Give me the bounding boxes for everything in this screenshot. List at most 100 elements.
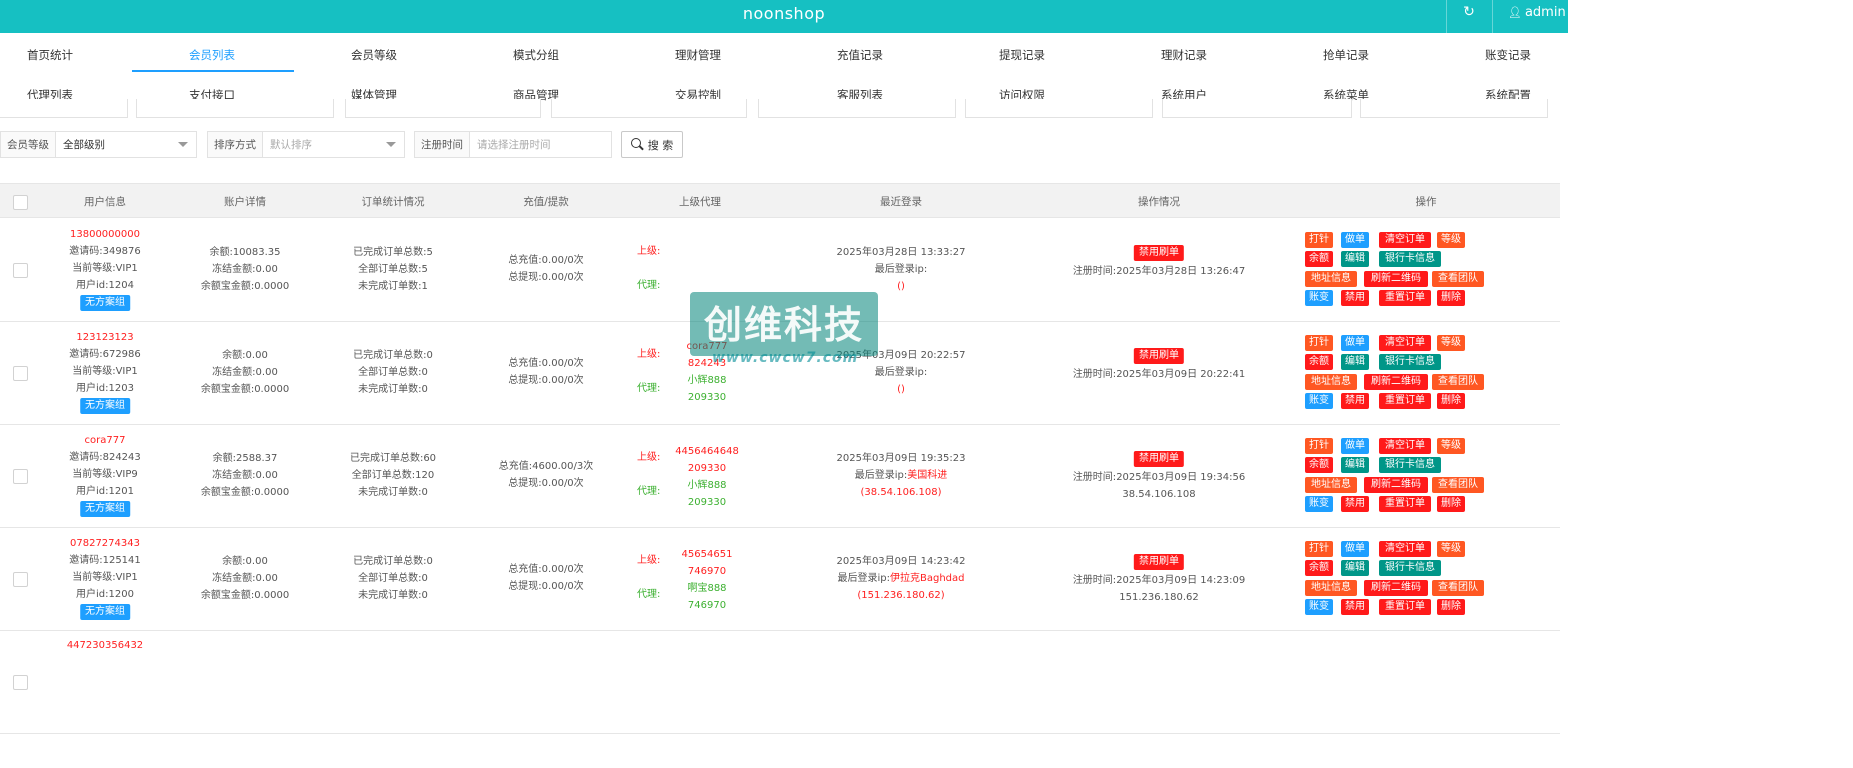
action-button[interactable]: 重置订单 <box>1379 599 1431 615</box>
nav-item[interactable]: 账变记录 <box>1485 47 1531 63</box>
action-button[interactable]: 删除 <box>1437 393 1465 409</box>
filter-field[interactable] <box>551 99 747 118</box>
level-filter[interactable]: 会员等级 全部级别 <box>0 131 197 158</box>
register-time-filter[interactable]: 注册时间 请选择注册时间 <box>414 131 612 158</box>
user-menu[interactable]: 👤︎ admin <box>1508 5 1566 20</box>
refresh-icon[interactable]: ↻ <box>1455 4 1483 20</box>
action-button[interactable]: 等级 <box>1437 232 1465 248</box>
agent-value[interactable]: 啊宝888 <box>682 580 733 597</box>
action-button[interactable]: 禁用 <box>1341 393 1369 409</box>
action-button[interactable]: 做单 <box>1341 438 1369 454</box>
action-button[interactable]: 重置订单 <box>1379 496 1431 512</box>
action-button[interactable]: 账变 <box>1305 393 1333 409</box>
group-badge[interactable]: 无方案组 <box>79 295 130 311</box>
action-button[interactable]: 地址信息 <box>1305 580 1357 596</box>
action-button[interactable]: 余额 <box>1305 251 1333 267</box>
action-button[interactable]: 清空订单 <box>1379 232 1431 248</box>
action-button[interactable]: 银行卡信息 <box>1379 560 1441 576</box>
nav-item[interactable]: 会员等级 <box>351 47 397 63</box>
row-checkbox[interactable] <box>13 469 28 484</box>
sort-filter[interactable]: 排序方式 默认排序 <box>207 131 405 158</box>
action-button[interactable]: 账变 <box>1305 496 1333 512</box>
agent-value[interactable]: 209330 <box>675 494 739 511</box>
action-button[interactable]: 打针 <box>1305 232 1333 248</box>
superior-value[interactable]: 209330 <box>675 460 739 477</box>
action-button[interactable]: 查看团队 <box>1432 271 1484 287</box>
action-button[interactable]: 做单 <box>1341 335 1369 351</box>
action-button[interactable]: 刷新二维码 <box>1364 271 1428 287</box>
level-filter-value[interactable]: 全部级别 <box>56 137 178 152</box>
superior-value[interactable]: 824243 <box>687 355 728 372</box>
superior-value[interactable]: 4456464648 <box>675 443 739 460</box>
action-button[interactable]: 刷新二维码 <box>1364 477 1428 493</box>
nav-item[interactable]: 首页统计 <box>27 47 73 63</box>
superior-value[interactable]: 45654651 <box>682 546 733 563</box>
action-button[interactable]: 刷新二维码 <box>1364 374 1428 390</box>
action-button[interactable]: 刷新二维码 <box>1364 580 1428 596</box>
action-button[interactable]: 重置订单 <box>1379 290 1431 306</box>
user-phone[interactable]: 07827274343 <box>69 535 141 552</box>
row-checkbox[interactable] <box>13 366 28 381</box>
nav-item[interactable]: 抢单记录 <box>1323 47 1369 63</box>
action-button[interactable]: 等级 <box>1437 541 1465 557</box>
action-button[interactable]: 重置订单 <box>1379 393 1431 409</box>
action-button[interactable]: 清空订单 <box>1379 541 1431 557</box>
agent-value[interactable]: 209330 <box>687 389 728 406</box>
group-badge[interactable]: 无方案组 <box>79 398 130 414</box>
action-button[interactable]: 查看团队 <box>1432 580 1484 596</box>
action-button[interactable]: 银行卡信息 <box>1379 354 1441 370</box>
action-button[interactable]: 余额 <box>1305 354 1333 370</box>
sort-filter-value[interactable]: 默认排序 <box>263 137 386 152</box>
filter-field[interactable] <box>758 99 956 118</box>
action-button[interactable]: 地址信息 <box>1305 477 1357 493</box>
action-button[interactable]: 等级 <box>1437 438 1465 454</box>
filter-field[interactable] <box>1360 99 1548 118</box>
action-button[interactable]: 账变 <box>1305 290 1333 306</box>
register-time-input[interactable]: 请选择注册时间 <box>470 137 611 152</box>
nav-item[interactable]: 模式分组 <box>513 47 559 63</box>
filter-field[interactable] <box>0 99 128 118</box>
action-button[interactable]: 打针 <box>1305 541 1333 557</box>
action-button[interactable]: 编辑 <box>1341 251 1369 267</box>
superior-value[interactable]: 746970 <box>682 563 733 580</box>
action-button[interactable]: 地址信息 <box>1305 271 1357 287</box>
action-button[interactable]: 清空订单 <box>1379 335 1431 351</box>
nav-item[interactable]: 会员列表 <box>189 47 235 63</box>
user-phone[interactable]: 13800000000 <box>69 226 141 243</box>
user-phone[interactable]: 123123123 <box>69 329 141 346</box>
action-button[interactable]: 禁用 <box>1341 599 1369 615</box>
filter-field[interactable] <box>1162 99 1352 118</box>
group-badge[interactable]: 无方案组 <box>79 501 130 517</box>
action-button[interactable]: 查看团队 <box>1432 477 1484 493</box>
action-button[interactable]: 打针 <box>1305 335 1333 351</box>
superior-value[interactable]: cora777 <box>687 338 728 355</box>
action-button[interactable]: 编辑 <box>1341 354 1369 370</box>
nav-item[interactable]: 理财管理 <box>675 47 721 63</box>
action-button[interactable]: 删除 <box>1437 599 1465 615</box>
group-badge[interactable]: 无方案组 <box>79 604 130 620</box>
nav-item[interactable]: 充值记录 <box>837 47 883 63</box>
search-button[interactable]: 搜 索 <box>621 131 683 158</box>
action-button[interactable]: 等级 <box>1437 335 1465 351</box>
row-checkbox[interactable] <box>13 675 28 690</box>
filter-field[interactable] <box>965 99 1153 118</box>
action-button[interactable]: 打针 <box>1305 438 1333 454</box>
action-button[interactable]: 账变 <box>1305 599 1333 615</box>
filter-field[interactable] <box>136 99 334 118</box>
agent-value[interactable]: 小辉888 <box>687 372 728 389</box>
action-button[interactable]: 删除 <box>1437 290 1465 306</box>
action-button[interactable]: 做单 <box>1341 541 1369 557</box>
action-button[interactable]: 余额 <box>1305 560 1333 576</box>
action-button[interactable]: 银行卡信息 <box>1379 251 1441 267</box>
action-button[interactable]: 删除 <box>1437 496 1465 512</box>
action-button[interactable]: 做单 <box>1341 232 1369 248</box>
select-all-checkbox[interactable] <box>13 195 28 210</box>
action-button[interactable]: 查看团队 <box>1432 374 1484 390</box>
row-checkbox[interactable] <box>13 263 28 278</box>
nav-item[interactable]: 提现记录 <box>999 47 1045 63</box>
row-checkbox[interactable] <box>13 572 28 587</box>
nav-item[interactable]: 理财记录 <box>1161 47 1207 63</box>
action-button[interactable]: 余额 <box>1305 457 1333 473</box>
action-button[interactable]: 银行卡信息 <box>1379 457 1441 473</box>
action-button[interactable]: 清空订单 <box>1379 438 1431 454</box>
